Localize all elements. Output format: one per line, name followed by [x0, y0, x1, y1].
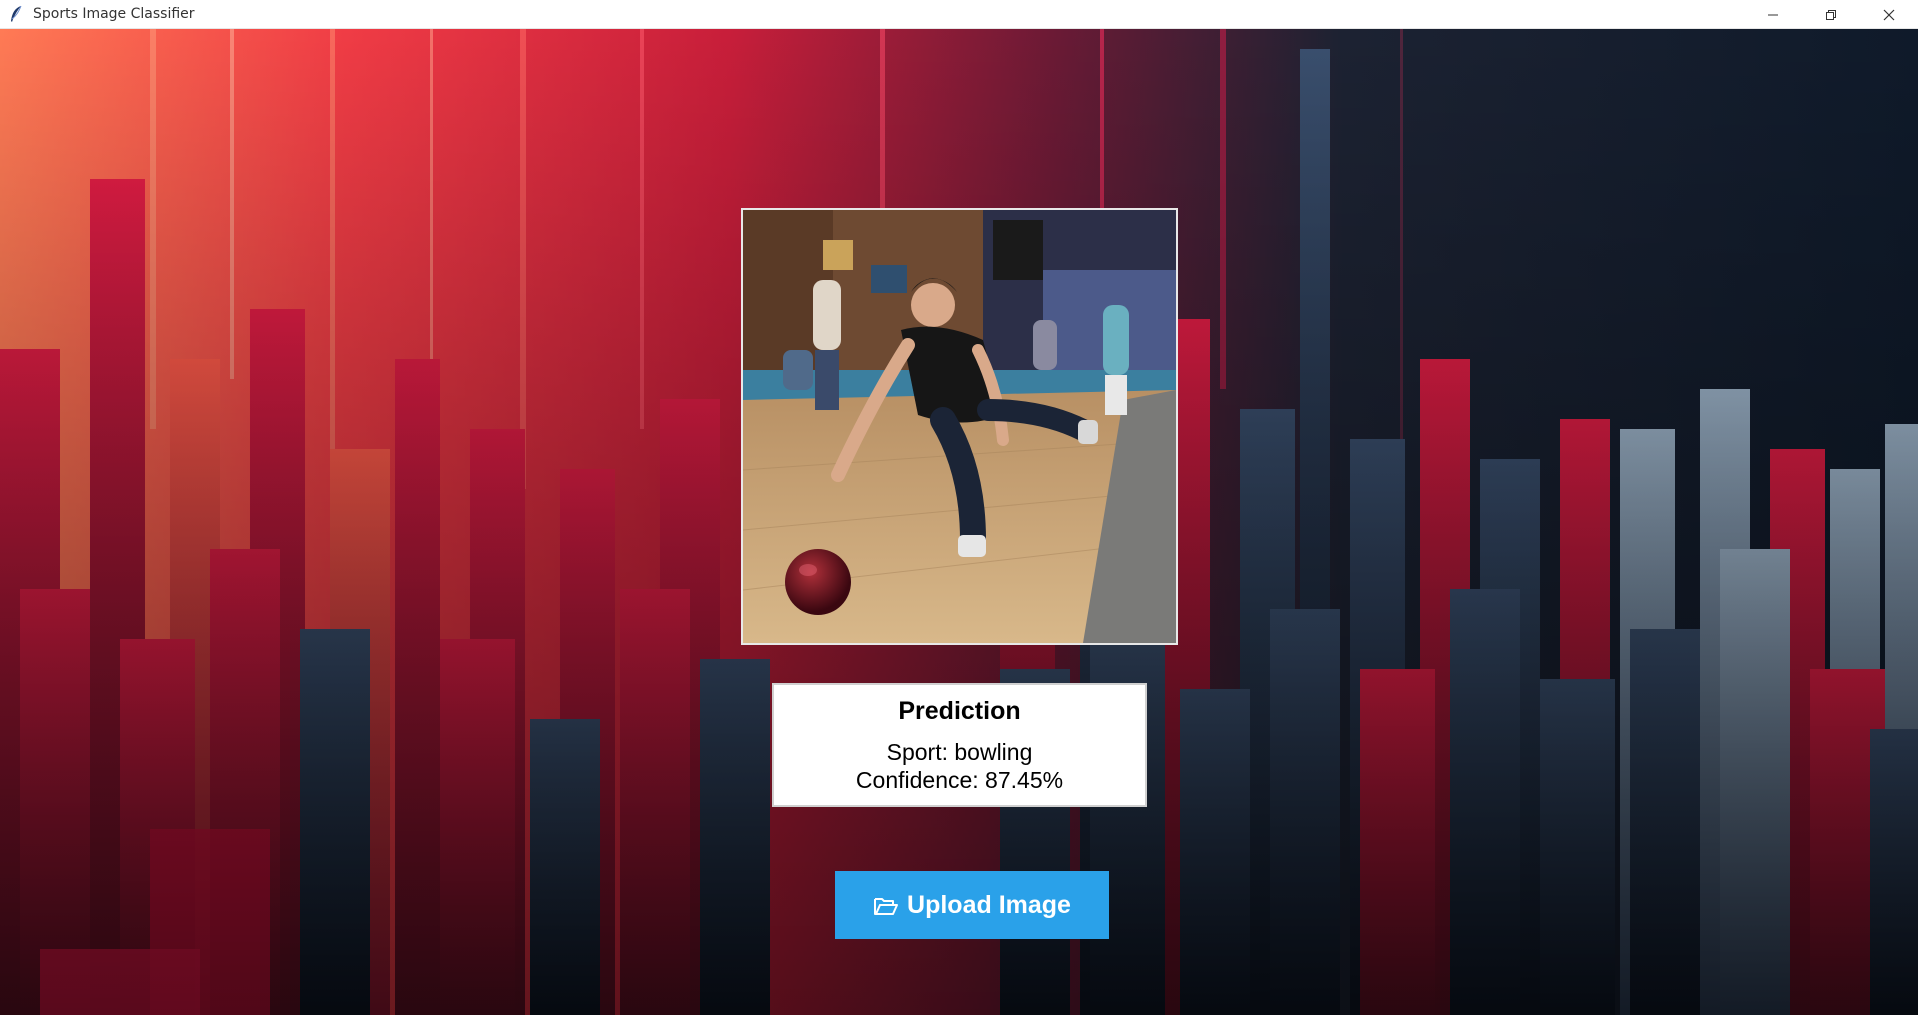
feather-icon [5, 3, 27, 25]
window-title: Sports Image Classifier [33, 6, 195, 22]
upload-button-label: Upload Image [907, 890, 1071, 919]
close-icon [1883, 9, 1895, 20]
close-button[interactable] [1860, 0, 1918, 29]
main-canvas: Prediction Sport: bowling Confidence: 87… [0, 29, 1918, 1015]
minimize-button[interactable] [1744, 0, 1802, 29]
bowling-photo [743, 210, 1176, 643]
predicted-sport: Sport: bowling [886, 739, 1033, 765]
title-bar: Sports Image Classifier [0, 0, 1918, 29]
upload-image-button[interactable]: Upload Image [835, 871, 1109, 939]
prediction-confidence: Confidence: 87.45% [855, 767, 1064, 793]
restore-icon [1826, 9, 1836, 20]
prediction-heading: Prediction [898, 697, 1021, 725]
uploaded-image-preview [741, 208, 1178, 645]
folder-open-icon [873, 895, 899, 919]
prediction-panel: Prediction Sport: bowling Confidence: 87… [772, 683, 1147, 807]
minimize-icon [1768, 14, 1778, 15]
restore-button[interactable] [1802, 0, 1860, 29]
